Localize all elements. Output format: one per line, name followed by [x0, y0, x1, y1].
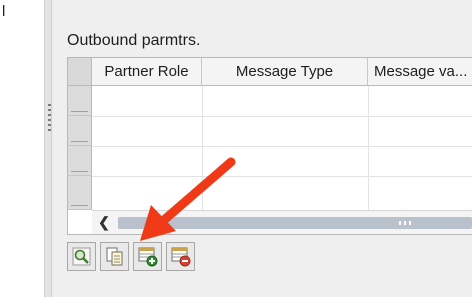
splitter-grip [48, 124, 51, 126]
splitter-grip [48, 109, 51, 111]
copy-button[interactable] [100, 242, 129, 271]
insert-row-icon [138, 247, 158, 267]
splitter-grip [48, 114, 51, 116]
details-icon [72, 247, 91, 266]
panel-splitter[interactable] [44, 0, 52, 297]
delete-row-button[interactable] [166, 242, 195, 271]
delete-row-icon [171, 247, 191, 267]
row-selector[interactable] [68, 116, 92, 146]
column-header-message-type[interactable]: Message Type [202, 58, 368, 86]
left-panel: l [0, 0, 44, 297]
scrollbar-thumb[interactable] [118, 217, 472, 229]
splitter-grip [48, 119, 51, 121]
column-header-message-variant[interactable]: Message va... [368, 58, 472, 86]
horizontal-scrollbar[interactable]: ❮ [92, 210, 472, 234]
column-header-partner-role[interactable]: Partner Role [92, 58, 202, 86]
scrollbar-grip-icon [399, 221, 411, 225]
section-title: Outbound parmtrs. [67, 32, 201, 49]
splitter-grip [48, 104, 51, 106]
insert-row-button[interactable] [133, 242, 162, 271]
row-divider [92, 146, 472, 147]
select-all-corner[interactable] [68, 58, 92, 86]
scroll-left-icon[interactable]: ❮ [97, 214, 111, 230]
row-divider [92, 176, 472, 177]
copy-icon [106, 247, 123, 266]
details-button[interactable] [67, 242, 96, 271]
column-divider [368, 86, 369, 210]
row-selector[interactable] [68, 86, 92, 116]
row-selector[interactable] [68, 146, 92, 176]
column-divider [202, 86, 203, 210]
outbound-parameters-table: Partner Role Message Type Message va... … [67, 57, 472, 235]
splitter-grip [48, 129, 51, 131]
row-divider [92, 116, 472, 117]
row-selector[interactable] [68, 176, 92, 210]
truncated-text: l [2, 3, 6, 20]
